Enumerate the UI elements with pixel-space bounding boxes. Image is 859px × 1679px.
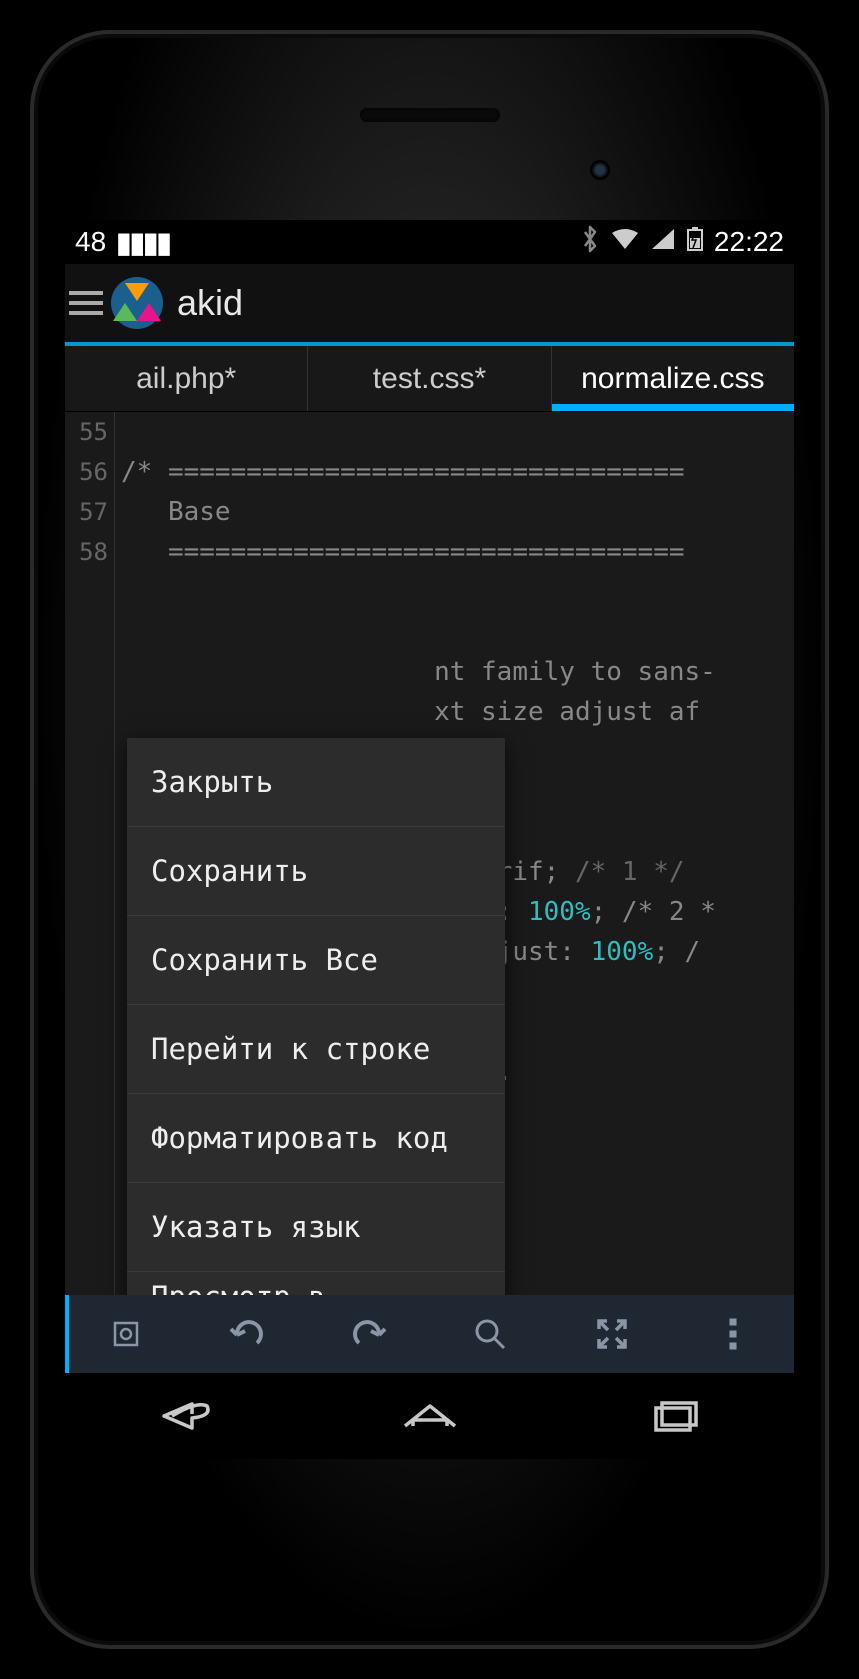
overflow-icon xyxy=(728,1317,738,1351)
home-icon xyxy=(395,1396,465,1436)
notification-icon: ▮▮▮▮ xyxy=(116,226,170,259)
undo-button[interactable] xyxy=(187,1295,309,1373)
gear-icon xyxy=(109,1317,143,1351)
notification-count: 48 xyxy=(75,226,106,258)
tab-label: ail.php* xyxy=(136,362,236,396)
menu-label: Перейти к строке xyxy=(151,1029,430,1069)
front-camera xyxy=(590,160,610,180)
expand-icon xyxy=(595,1317,629,1351)
app-title: akid xyxy=(177,282,243,324)
menu-label: Сохранить xyxy=(151,851,308,891)
code-editor[interactable]: 55565758 /* ============================… xyxy=(65,412,794,1295)
overflow-button[interactable] xyxy=(673,1295,795,1373)
back-icon xyxy=(152,1396,222,1436)
menu-close[interactable]: Закрыть xyxy=(127,738,505,827)
tab-file-3[interactable]: normalize.css xyxy=(552,346,794,411)
menu-save-all[interactable]: Сохранить Все xyxy=(127,916,505,1005)
tab-bar: ail.php* test.css* normalize.css xyxy=(65,346,794,412)
menu-format-code[interactable]: Форматировать код xyxy=(127,1094,505,1183)
hamburger-icon[interactable] xyxy=(69,291,103,315)
app-logo-icon[interactable] xyxy=(111,277,163,329)
menu-set-language[interactable]: Указать язык xyxy=(127,1183,505,1272)
back-button[interactable] xyxy=(127,1391,247,1441)
menu-label: Указать язык xyxy=(151,1207,361,1247)
editor-toolbar xyxy=(65,1295,794,1373)
search-button[interactable] xyxy=(430,1295,552,1373)
earpiece xyxy=(360,108,500,122)
menu-label: Форматировать код xyxy=(151,1118,448,1158)
battery-icon xyxy=(686,226,704,259)
clock: 22:22 xyxy=(714,226,784,258)
tab-label: normalize.css xyxy=(581,362,764,396)
recents-icon xyxy=(638,1396,708,1436)
system-nav-bar xyxy=(65,1373,794,1459)
undo-icon xyxy=(227,1317,267,1351)
screen: 48 ▮▮▮▮ 22:22 xyxy=(65,220,794,1459)
tab-file-2[interactable]: test.css* xyxy=(308,346,551,411)
status-bar: 48 ▮▮▮▮ 22:22 xyxy=(65,220,794,264)
wifi-icon xyxy=(610,226,640,258)
search-icon xyxy=(472,1316,508,1352)
line-gutter: 55565758 xyxy=(65,412,115,1295)
menu-save[interactable]: Сохранить xyxy=(127,827,505,916)
action-bar: akid xyxy=(65,264,794,346)
menu-label: Просмотр в браузере xyxy=(151,1277,481,1296)
menu-label: Сохранить Все xyxy=(151,940,378,980)
recents-button[interactable] xyxy=(613,1391,733,1441)
redo-button[interactable] xyxy=(308,1295,430,1373)
menu-goto-line[interactable]: Перейти к строке xyxy=(127,1005,505,1094)
settings-button[interactable] xyxy=(65,1295,187,1373)
context-menu: Закрыть Сохранить Сохранить Все Перейти … xyxy=(127,738,505,1295)
signal-icon xyxy=(650,226,676,258)
home-button[interactable] xyxy=(370,1391,490,1441)
bluetooth-icon xyxy=(580,225,600,260)
phone-frame: 48 ▮▮▮▮ 22:22 xyxy=(30,30,829,1649)
menu-label: Закрыть xyxy=(151,762,273,802)
tab-file-1[interactable]: ail.php* xyxy=(65,346,308,411)
menu-preview-browser[interactable]: Просмотр в браузере xyxy=(127,1272,505,1295)
fullscreen-button[interactable] xyxy=(551,1295,673,1373)
tab-label: test.css* xyxy=(373,362,486,396)
redo-icon xyxy=(349,1317,389,1351)
